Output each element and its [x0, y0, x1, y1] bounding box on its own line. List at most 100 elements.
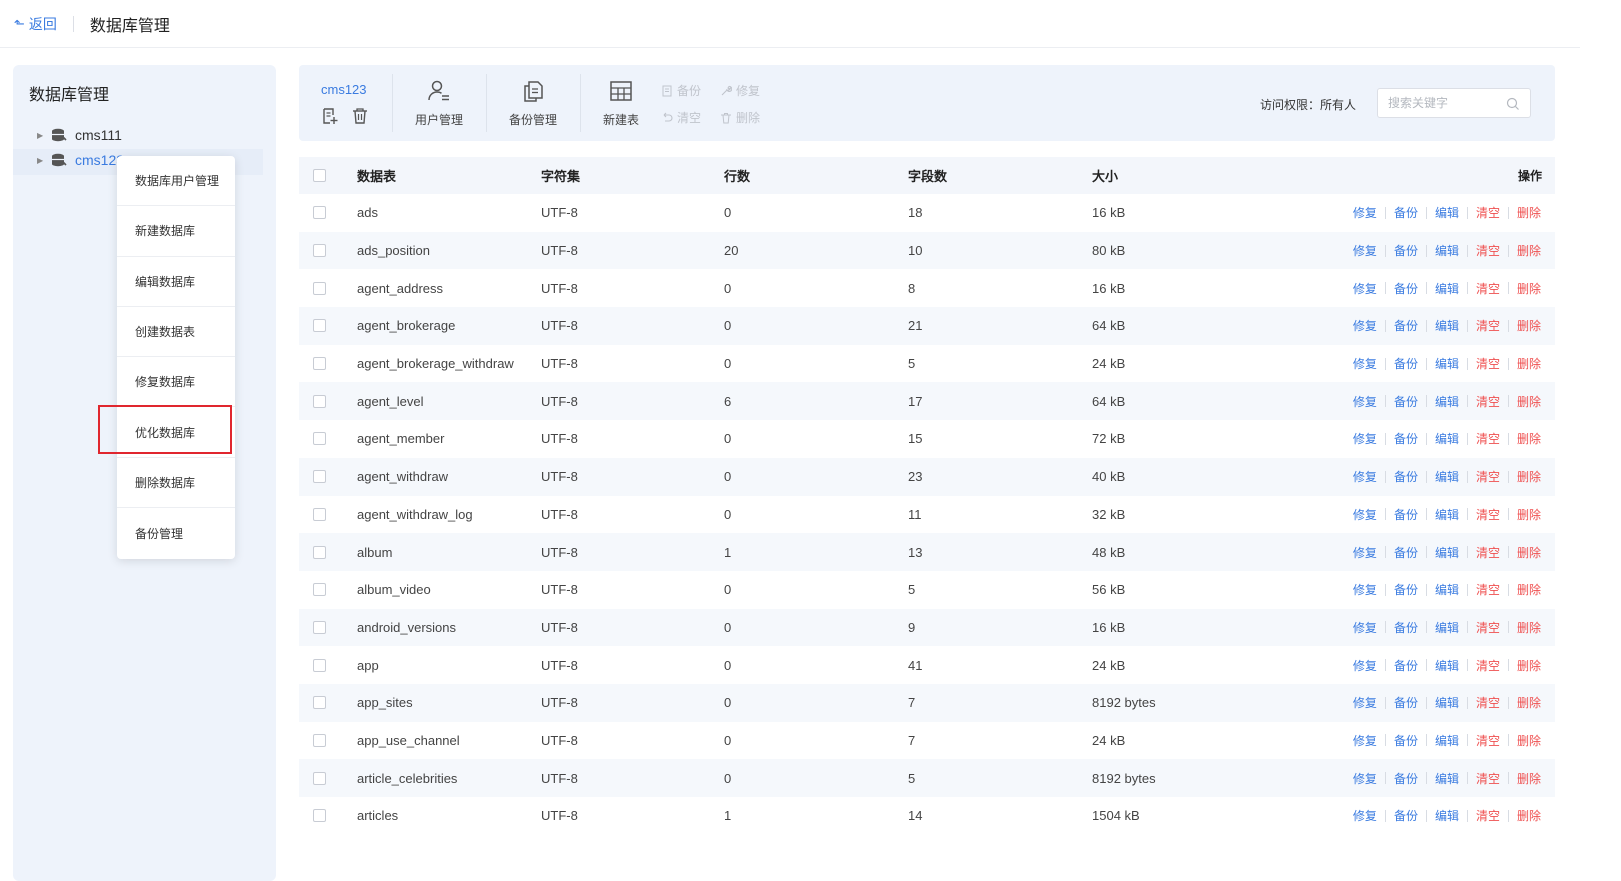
clear-link[interactable]: 清空	[1476, 544, 1500, 561]
repair-button[interactable]: 修复	[720, 82, 760, 99]
menu-item-delete-db[interactable]: 删除数据库	[117, 458, 235, 509]
edit-link[interactable]: 编辑	[1435, 544, 1459, 561]
backup-link[interactable]: 备份	[1394, 430, 1418, 447]
clear-link[interactable]: 清空	[1476, 732, 1500, 749]
repair-link[interactable]: 修复	[1353, 204, 1377, 221]
clear-link[interactable]: 清空	[1476, 355, 1500, 372]
repair-link[interactable]: 修复	[1353, 355, 1377, 372]
backup-link[interactable]: 备份	[1394, 732, 1418, 749]
repair-link[interactable]: 修复	[1353, 317, 1377, 334]
backup-mgmt-button[interactable]: 备份管理	[495, 77, 571, 129]
delete-link[interactable]: 删除	[1517, 770, 1541, 787]
delete-link[interactable]: 删除	[1517, 506, 1541, 523]
row-checkbox[interactable]	[313, 620, 326, 634]
delete-link[interactable]: 删除	[1517, 581, 1541, 598]
row-checkbox[interactable]	[313, 696, 326, 710]
repair-link[interactable]: 修复	[1353, 657, 1377, 674]
delete-link[interactable]: 删除	[1517, 280, 1541, 297]
delete-link[interactable]: 删除	[1517, 204, 1541, 221]
clear-link[interactable]: 清空	[1476, 619, 1500, 636]
new-table-button[interactable]: 新建表	[583, 77, 659, 129]
clear-link[interactable]: 清空	[1476, 657, 1500, 674]
row-checkbox[interactable]	[313, 470, 326, 484]
clear-link[interactable]: 清空	[1476, 204, 1500, 221]
edit-link[interactable]: 编辑	[1435, 204, 1459, 221]
row-checkbox[interactable]	[313, 733, 326, 747]
clear-link[interactable]: 清空	[1476, 317, 1500, 334]
delete-link[interactable]: 删除	[1517, 657, 1541, 674]
backup-link[interactable]: 备份	[1394, 355, 1418, 372]
edit-link[interactable]: 编辑	[1435, 280, 1459, 297]
delete-link[interactable]: 删除	[1517, 732, 1541, 749]
backup-link[interactable]: 备份	[1394, 657, 1418, 674]
clear-link[interactable]: 清空	[1476, 468, 1500, 485]
edit-link[interactable]: 编辑	[1435, 393, 1459, 410]
row-checkbox[interactable]	[313, 545, 326, 559]
backup-link[interactable]: 备份	[1394, 544, 1418, 561]
menu-item-create-table[interactable]: 创建数据表	[117, 307, 235, 358]
backup-link[interactable]: 备份	[1394, 694, 1418, 711]
row-checkbox[interactable]	[313, 432, 326, 446]
edit-link[interactable]: 编辑	[1435, 807, 1459, 824]
clear-link[interactable]: 清空	[1476, 581, 1500, 598]
backup-link[interactable]: 备份	[1394, 807, 1418, 824]
repair-link[interactable]: 修复	[1353, 732, 1377, 749]
backup-link[interactable]: 备份	[1394, 770, 1418, 787]
edit-link[interactable]: 编辑	[1435, 581, 1459, 598]
backup-link[interactable]: 备份	[1394, 317, 1418, 334]
repair-link[interactable]: 修复	[1353, 468, 1377, 485]
edit-link[interactable]: 编辑	[1435, 506, 1459, 523]
menu-item-repair-db[interactable]: 修复数据库	[117, 357, 235, 408]
edit-link[interactable]: 编辑	[1435, 694, 1459, 711]
menu-item-edit-db[interactable]: 编辑数据库	[117, 257, 235, 307]
clear-link[interactable]: 清空	[1476, 506, 1500, 523]
edit-link[interactable]: 编辑	[1435, 619, 1459, 636]
delete-link[interactable]: 删除	[1517, 619, 1541, 636]
clear-link[interactable]: 清空	[1476, 242, 1500, 259]
edit-link[interactable]: 编辑	[1435, 430, 1459, 447]
search-icon[interactable]	[1506, 97, 1520, 111]
delete-button[interactable]: 删除	[720, 109, 760, 126]
menu-item-backup-mgmt[interactable]: 备份管理	[117, 508, 235, 558]
edit-link[interactable]: 编辑	[1435, 657, 1459, 674]
backup-link[interactable]: 备份	[1394, 468, 1418, 485]
edit-link[interactable]: 编辑	[1435, 468, 1459, 485]
repair-link[interactable]: 修复	[1353, 619, 1377, 636]
row-checkbox[interactable]	[313, 206, 326, 220]
trash-icon[interactable]	[351, 107, 369, 125]
repair-link[interactable]: 修复	[1353, 280, 1377, 297]
repair-link[interactable]: 修复	[1353, 770, 1377, 787]
clear-link[interactable]: 清空	[1476, 694, 1500, 711]
menu-item-db-user-mgmt[interactable]: 数据库用户管理	[117, 156, 235, 207]
edit-link[interactable]: 编辑	[1435, 770, 1459, 787]
row-checkbox[interactable]	[313, 244, 326, 258]
row-checkbox[interactable]	[313, 507, 326, 521]
search-input[interactable]	[1388, 96, 1508, 110]
user-mgmt-button[interactable]: 用户管理	[401, 77, 477, 129]
repair-link[interactable]: 修复	[1353, 430, 1377, 447]
delete-link[interactable]: 删除	[1517, 393, 1541, 410]
repair-link[interactable]: 修复	[1353, 544, 1377, 561]
repair-link[interactable]: 修复	[1353, 242, 1377, 259]
repair-link[interactable]: 修复	[1353, 581, 1377, 598]
back-button[interactable]: ⬑ 返回	[14, 14, 57, 34]
delete-link[interactable]: 删除	[1517, 355, 1541, 372]
add-file-icon[interactable]	[321, 107, 339, 125]
repair-link[interactable]: 修复	[1353, 694, 1377, 711]
clear-link[interactable]: 清空	[1476, 807, 1500, 824]
caret-right-icon[interactable]: ▶	[37, 131, 51, 140]
backup-link[interactable]: 备份	[1394, 204, 1418, 221]
backup-link[interactable]: 备份	[1394, 280, 1418, 297]
caret-right-icon[interactable]: ▶	[37, 156, 51, 165]
tree-item-cms123[interactable]: ▶ cms123	[37, 149, 124, 171]
edit-link[interactable]: 编辑	[1435, 355, 1459, 372]
backup-link[interactable]: 备份	[1394, 393, 1418, 410]
clear-button[interactable]: 清空	[661, 109, 701, 126]
delete-link[interactable]: 删除	[1517, 242, 1541, 259]
clear-link[interactable]: 清空	[1476, 280, 1500, 297]
menu-item-optimize-db[interactable]: 优化数据库	[117, 407, 235, 458]
delete-link[interactable]: 删除	[1517, 807, 1541, 824]
backup-link[interactable]: 备份	[1394, 506, 1418, 523]
repair-link[interactable]: 修复	[1353, 807, 1377, 824]
delete-link[interactable]: 删除	[1517, 468, 1541, 485]
